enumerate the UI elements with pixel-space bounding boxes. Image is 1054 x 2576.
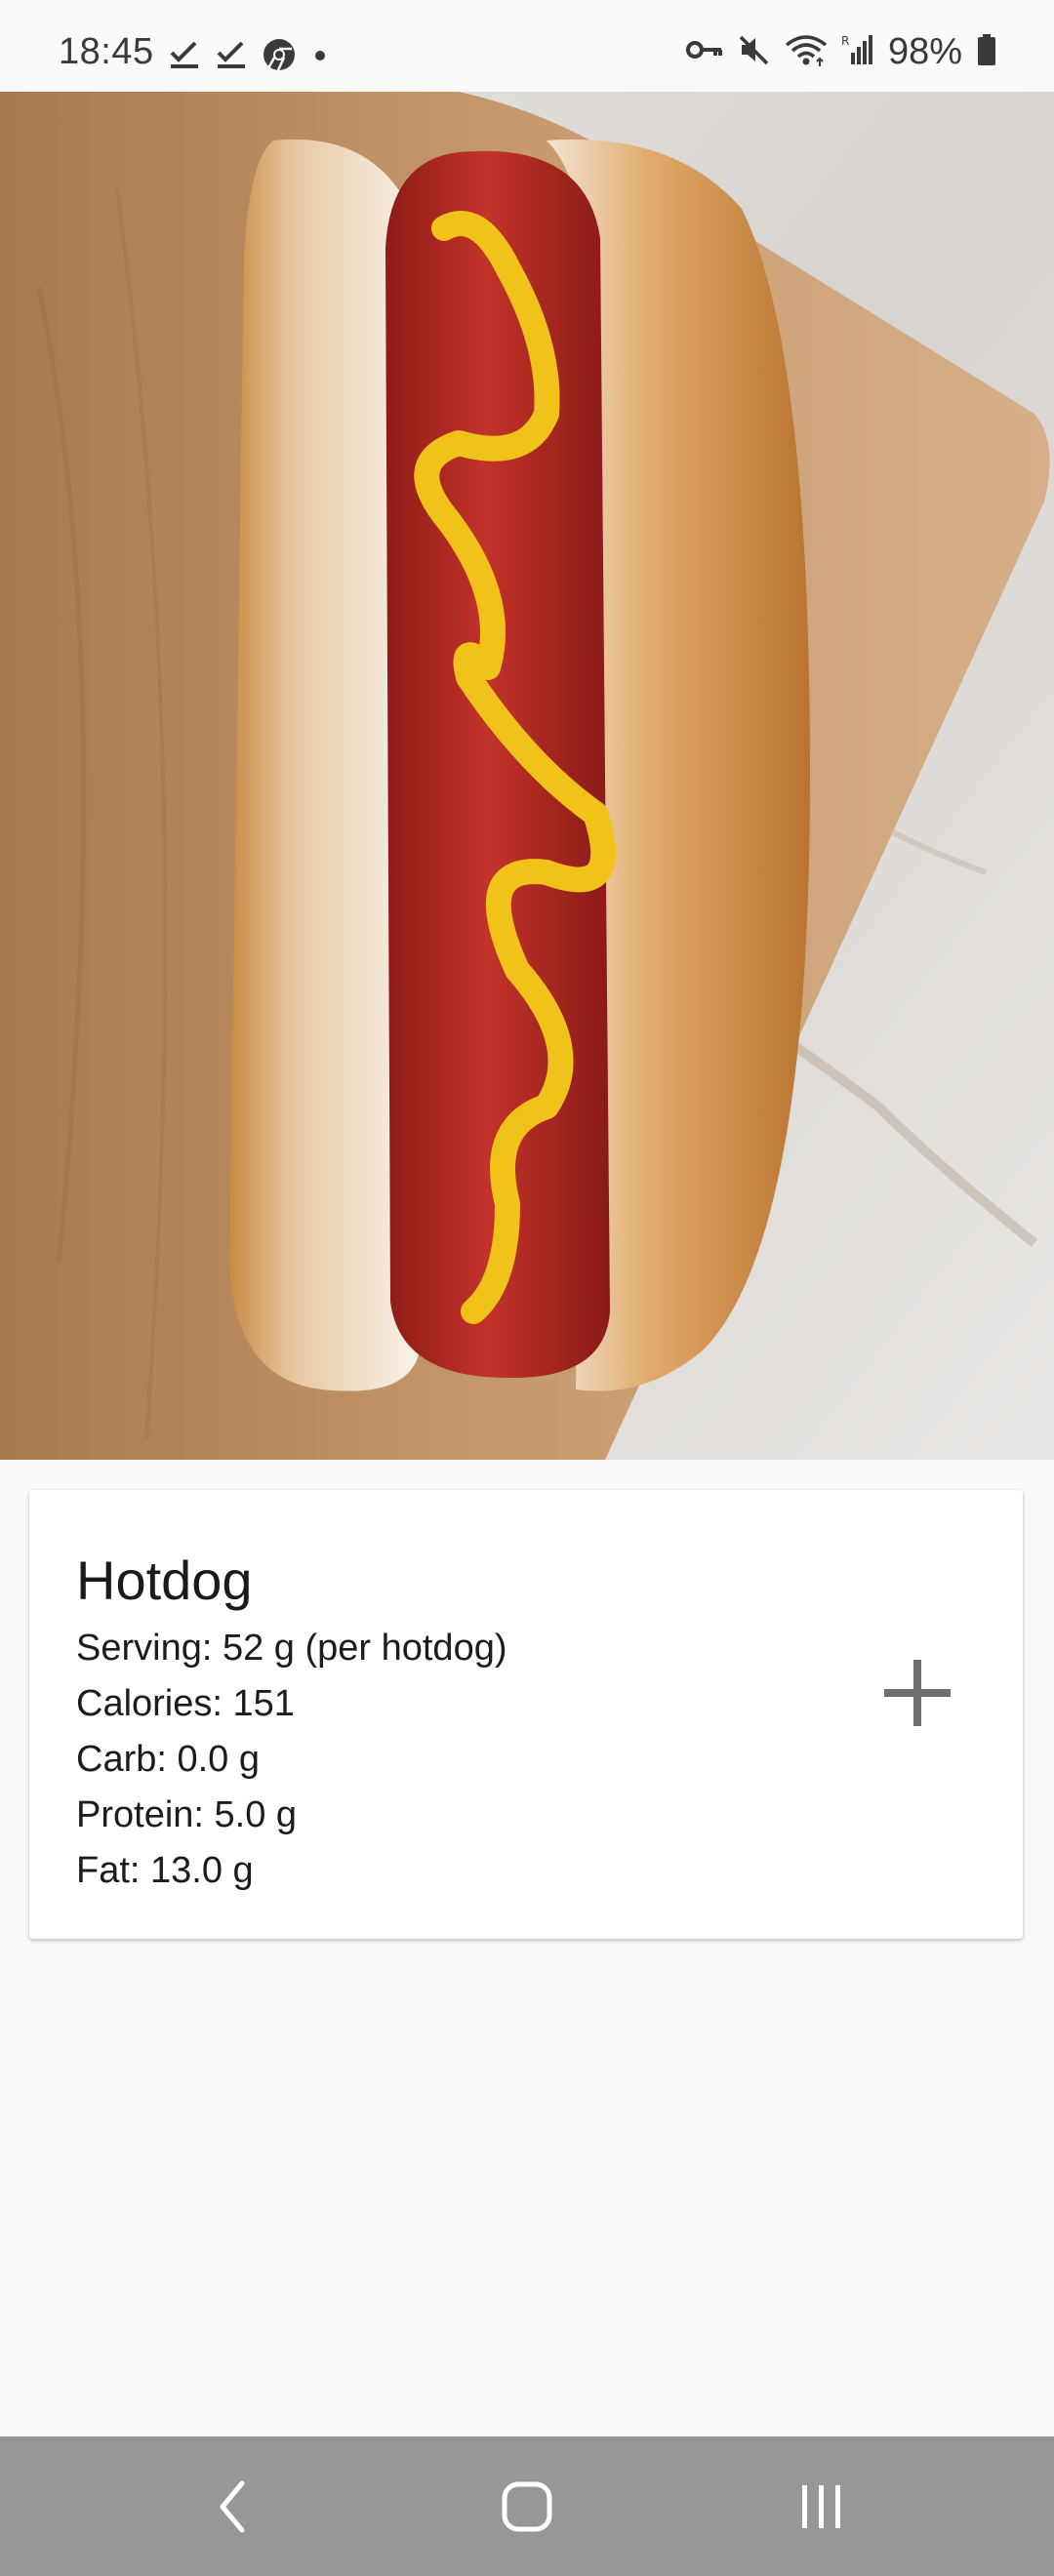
recents-icon: [802, 2484, 840, 2528]
serving-text: Serving: 52 g (per hotdog): [76, 1628, 507, 1669]
battery-percent: 98%: [887, 31, 962, 72]
svg-text:R: R: [841, 34, 849, 48]
back-button[interactable]: [154, 2436, 310, 2576]
calories-text: Calories: 151: [76, 1683, 295, 1724]
home-icon: [502, 2481, 552, 2531]
food-detail-screen: 18:45 R 98% Hotdog Serving: 52 g (per ho…: [0, 0, 1054, 2576]
wifi-icon: [785, 33, 828, 71]
chrome-icon: [262, 37, 297, 77]
back-icon: [220, 2480, 245, 2532]
nutrition-list: Serving: 52 g (per hotdog) Calories: 151…: [76, 1621, 507, 1899]
system-icons: R 98%: [685, 31, 997, 73]
signal-icon: R: [841, 33, 874, 71]
battery-icon: [976, 33, 997, 71]
food-title: Hotdog: [76, 1550, 253, 1611]
fat-text: Fat: 13.0 g: [76, 1850, 254, 1891]
status-bar: 18:45 R 98%: [0, 0, 1054, 92]
recents-button[interactable]: [744, 2436, 900, 2576]
notification-icons: [168, 37, 330, 76]
home-button[interactable]: [449, 2436, 605, 2576]
dot-icon: [310, 38, 330, 76]
download-check-icon: [215, 38, 248, 76]
add-food-button[interactable]: [859, 1634, 976, 1751]
navigation-bar: [0, 2436, 1054, 2576]
food-image: [0, 92, 1054, 1460]
protein-text: Protein: 5.0 g: [76, 1794, 298, 1835]
mute-icon: [738, 33, 771, 71]
status-time: 18:45: [59, 31, 154, 72]
hotdog-photo: [0, 92, 1054, 1460]
download-check-icon: [168, 38, 201, 76]
key-icon: [685, 35, 724, 69]
plus-icon: [884, 1660, 951, 1726]
food-info-card: Hotdog Serving: 52 g (per hotdog) Calori…: [29, 1490, 1023, 1939]
carb-text: Carb: 0.0 g: [76, 1739, 260, 1780]
